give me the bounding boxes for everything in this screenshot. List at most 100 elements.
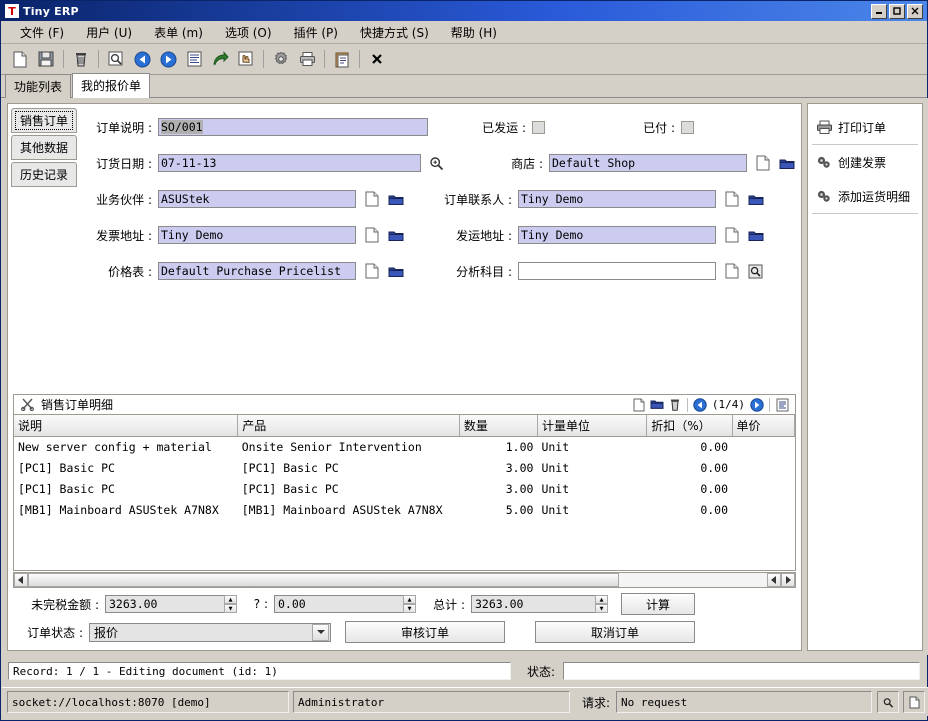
vtab-history[interactable]: 历史记录 bbox=[11, 162, 77, 187]
scroll-left-button[interactable] bbox=[14, 573, 28, 587]
total-amount-stepper[interactable]: ▲ ▼ bbox=[595, 595, 608, 613]
tab-my-quotation[interactable]: 我的报价单 bbox=[72, 73, 150, 98]
ship-address-new-record-icon[interactable] bbox=[723, 226, 740, 244]
paid-checkbox[interactable] bbox=[681, 121, 694, 134]
ship-address-open-folder-icon[interactable] bbox=[747, 226, 764, 244]
invoice-address-new-record-icon[interactable] bbox=[363, 226, 380, 244]
request-search-icon[interactable] bbox=[877, 691, 899, 713]
close-x-icon[interactable] bbox=[364, 47, 390, 71]
prev-record-icon[interactable] bbox=[691, 397, 709, 413]
pricelist-new-record-icon[interactable] bbox=[363, 262, 380, 280]
cell-quantity: 1.00 bbox=[459, 437, 537, 458]
total-stepper-up[interactable]: ▲ bbox=[595, 595, 608, 604]
date-picker-magnifier-icon[interactable] bbox=[428, 154, 445, 172]
list-view-icon[interactable] bbox=[181, 47, 207, 71]
next-record-icon[interactable] bbox=[748, 397, 766, 413]
order-contact-input[interactable]: Tiny Demo bbox=[518, 190, 716, 208]
menu-form[interactable]: 表单 (m) bbox=[143, 22, 214, 43]
side-action-print-order[interactable]: 打印订单 bbox=[808, 110, 922, 144]
scrollbar-thumb[interactable] bbox=[28, 573, 619, 587]
forward-arrow-icon[interactable] bbox=[155, 47, 181, 71]
tax-amount-input[interactable]: 0.00 bbox=[274, 595, 404, 613]
contact-open-folder-icon[interactable] bbox=[747, 190, 764, 208]
table-row[interactable]: [MB1] Mainboard ASUStek A7N8X [MB1] Main… bbox=[14, 500, 795, 521]
save-icon[interactable] bbox=[33, 47, 59, 71]
menu-bar: 文件 (F) 用户 (U) 表单 (m) 选项 (O) 插件 (P) 快捷方式 … bbox=[1, 21, 927, 44]
contact-new-record-icon[interactable] bbox=[723, 190, 740, 208]
shipped-checkbox[interactable] bbox=[532, 121, 545, 134]
menu-options[interactable]: 选项 (O) bbox=[214, 22, 283, 43]
new-record-icon[interactable] bbox=[630, 397, 648, 413]
untaxed-stepper-up[interactable]: ▲ bbox=[224, 595, 237, 604]
side-action-add-shipping-detail[interactable]: 添加运货明细 bbox=[808, 179, 922, 213]
maximize-button[interactable] bbox=[889, 4, 905, 19]
search-icon[interactable] bbox=[103, 47, 129, 71]
chevron-down-icon[interactable] bbox=[312, 624, 329, 641]
scroll-left-button-2[interactable] bbox=[767, 573, 781, 587]
close-button[interactable] bbox=[907, 4, 923, 19]
order-state-select[interactable]: 报价 bbox=[89, 623, 331, 642]
order-date-input[interactable]: 07-11-13 bbox=[158, 154, 421, 172]
delete-trash-icon[interactable] bbox=[68, 47, 94, 71]
partner-new-record-icon[interactable] bbox=[363, 190, 380, 208]
export-arrow-icon[interactable] bbox=[207, 47, 233, 71]
analytic-account-input[interactable] bbox=[518, 262, 716, 280]
compute-button[interactable]: 计算 bbox=[621, 593, 695, 615]
partner-input[interactable]: ASUStek bbox=[158, 190, 356, 208]
untaxed-stepper-down[interactable]: ▼ bbox=[224, 604, 237, 613]
gear-icon[interactable] bbox=[268, 47, 294, 71]
tab-function-list[interactable]: 功能列表 bbox=[5, 74, 71, 98]
invoice-address-input[interactable]: Tiny Demo bbox=[158, 226, 356, 244]
vtab-sales-order[interactable]: 销售订单 bbox=[11, 108, 77, 133]
menu-plugins[interactable]: 插件 (P) bbox=[283, 22, 349, 43]
invoice-address-open-folder-icon[interactable] bbox=[387, 226, 404, 244]
menu-shortcuts[interactable]: 快捷方式 (S) bbox=[349, 22, 440, 43]
column-header-unit-price[interactable]: 单价 bbox=[732, 415, 794, 437]
untaxed-amount-input[interactable]: 3263.00 bbox=[105, 595, 225, 613]
analytic-search-icon[interactable] bbox=[747, 262, 764, 280]
column-header-discount[interactable]: 折扣（%） bbox=[647, 415, 732, 437]
vtab-other-data[interactable]: 其他数据 bbox=[11, 135, 77, 160]
table-row[interactable]: [PC1] Basic PC [PC1] Basic PC 3.00 Unit … bbox=[14, 458, 795, 479]
request-new-document-icon[interactable] bbox=[903, 691, 925, 713]
column-header-product[interactable]: 产品 bbox=[238, 415, 460, 437]
scrollbar-track[interactable] bbox=[28, 573, 767, 587]
new-document-icon[interactable] bbox=[7, 47, 33, 71]
untaxed-amount-stepper[interactable]: ▲ ▼ bbox=[224, 595, 237, 613]
menu-help[interactable]: 帮助 (H) bbox=[440, 22, 508, 43]
menu-file[interactable]: 文件 (F) bbox=[9, 22, 75, 43]
minimize-button[interactable] bbox=[871, 4, 887, 19]
open-folder-icon[interactable] bbox=[648, 397, 666, 413]
shop-input[interactable]: Default Shop bbox=[549, 154, 747, 172]
lines-horizontal-scrollbar[interactable] bbox=[13, 572, 796, 588]
total-amount-input[interactable]: 3263.00 bbox=[471, 595, 596, 613]
column-header-uom[interactable]: 计量单位 bbox=[537, 415, 646, 437]
list-view-icon[interactable] bbox=[773, 397, 791, 413]
clipboard-icon[interactable] bbox=[329, 47, 355, 71]
printer-icon[interactable] bbox=[294, 47, 320, 71]
shop-open-folder-icon[interactable] bbox=[778, 154, 795, 172]
cancel-order-button[interactable]: 取消订单 bbox=[535, 621, 695, 643]
order-description-input[interactable]: SO/001 bbox=[158, 118, 428, 136]
delete-record-icon[interactable] bbox=[666, 397, 684, 413]
shop-new-record-icon[interactable] bbox=[754, 154, 771, 172]
hand-pointer-icon[interactable] bbox=[233, 47, 259, 71]
menu-user[interactable]: 用户 (U) bbox=[75, 22, 143, 43]
confirm-order-button[interactable]: 审核订单 bbox=[345, 621, 505, 643]
table-row[interactable]: New server config + material Onsite Seni… bbox=[14, 437, 795, 458]
scroll-right-button[interactable] bbox=[781, 573, 795, 587]
pricelist-input[interactable]: Default Purchase Pricelist bbox=[158, 262, 356, 280]
total-stepper-down[interactable]: ▼ bbox=[595, 604, 608, 613]
ship-address-input[interactable]: Tiny Demo bbox=[518, 226, 716, 244]
tax-stepper-down[interactable]: ▼ bbox=[403, 604, 416, 613]
back-arrow-icon[interactable] bbox=[129, 47, 155, 71]
table-row[interactable]: [PC1] Basic PC [PC1] Basic PC 3.00 Unit … bbox=[14, 479, 795, 500]
side-action-create-invoice[interactable]: 创建发票 bbox=[808, 145, 922, 179]
column-header-quantity[interactable]: 数量 bbox=[459, 415, 537, 437]
tax-stepper-up[interactable]: ▲ bbox=[403, 595, 416, 604]
column-header-description[interactable]: 说明 bbox=[14, 415, 238, 437]
analytic-new-record-icon[interactable] bbox=[723, 262, 740, 280]
pricelist-open-folder-icon[interactable] bbox=[387, 262, 404, 280]
partner-open-folder-icon[interactable] bbox=[387, 190, 404, 208]
tax-amount-stepper[interactable]: ▲ ▼ bbox=[403, 595, 416, 613]
